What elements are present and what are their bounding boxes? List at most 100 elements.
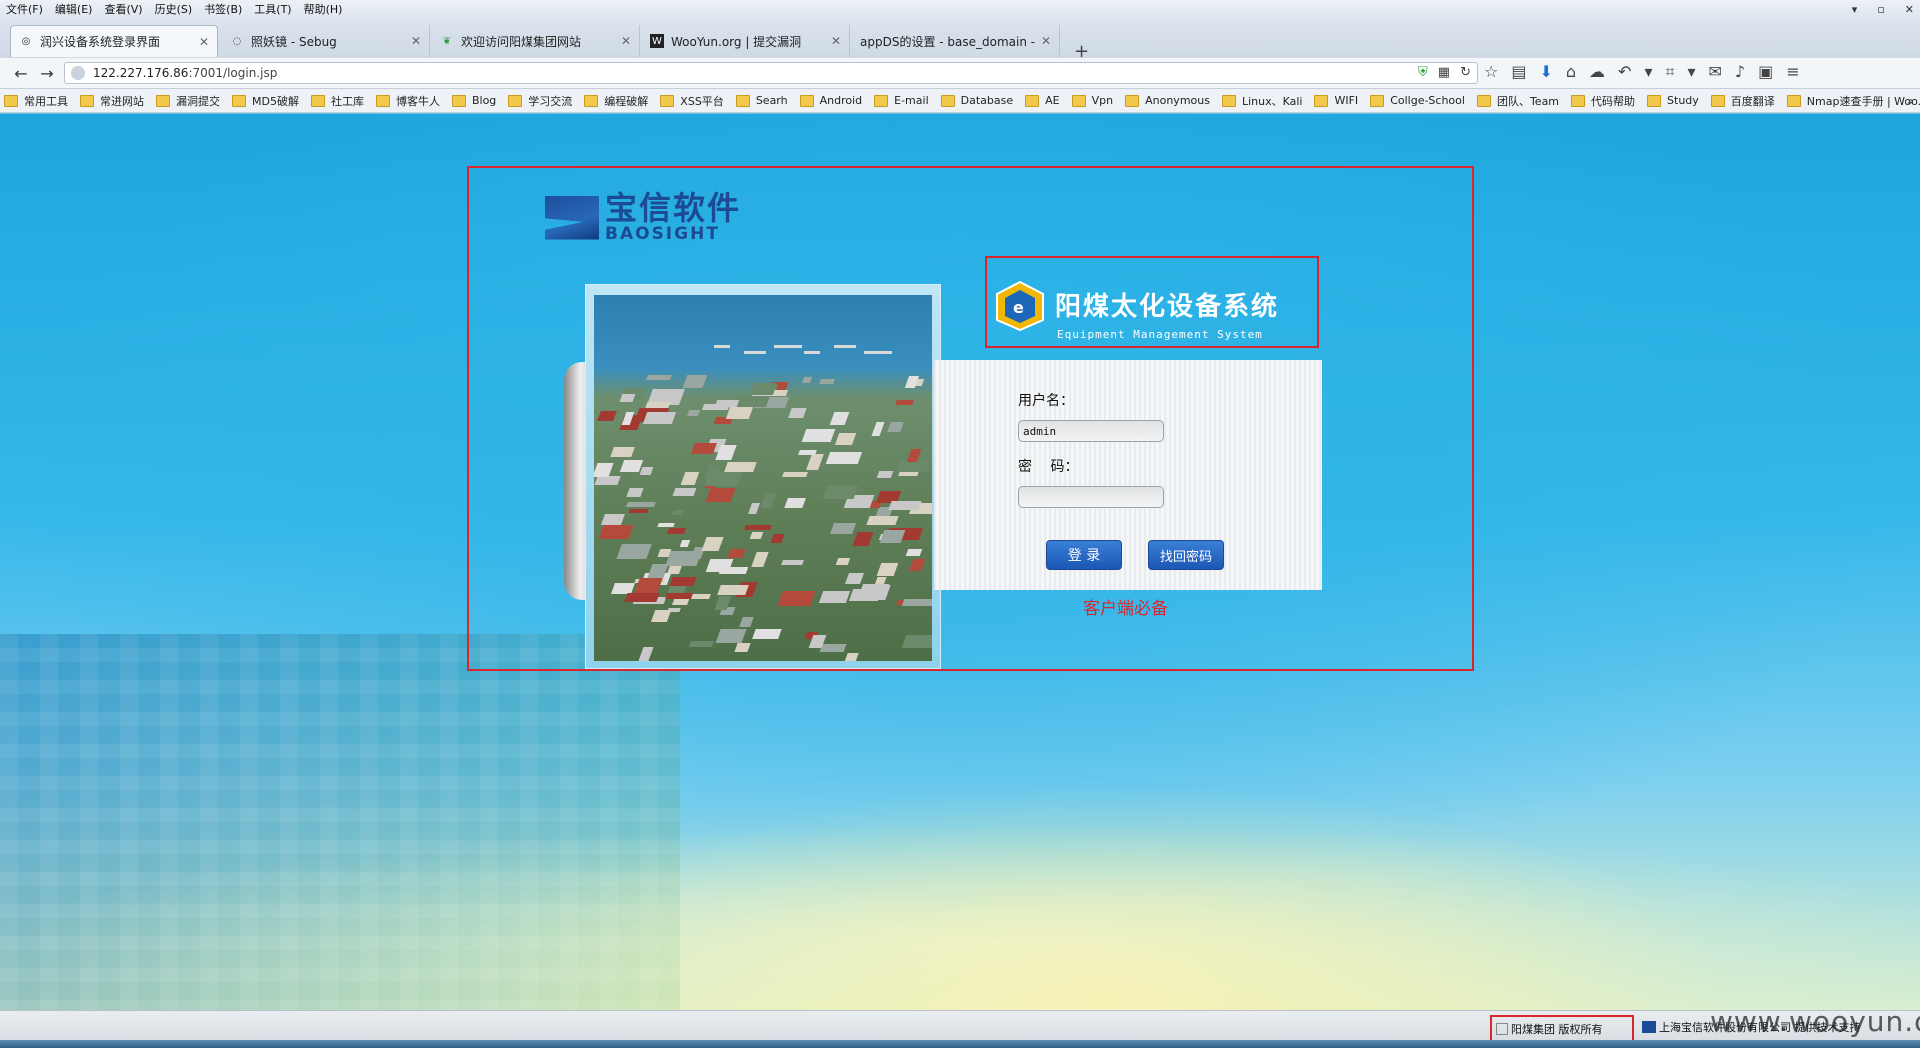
bookmark-item[interactable]: 代码帮助 <box>1571 93 1635 109</box>
tab-close-icon[interactable]: ✕ <box>199 35 209 49</box>
speech-bubble-icon[interactable]: ✉ <box>1709 62 1722 82</box>
tab-close-icon[interactable]: ✕ <box>1041 34 1051 48</box>
bookmark-item[interactable]: 博客牛人 <box>375 93 440 109</box>
plant-building-shape <box>626 501 656 507</box>
undo-icon[interactable]: ↶ <box>1618 62 1631 82</box>
bookmark-item[interactable]: Nmap速查手册 | Woo... <box>1786 93 1920 109</box>
plant-building-shape <box>749 532 764 539</box>
bookmarks-overflow-icon[interactable]: » <box>1907 94 1914 108</box>
folder-icon <box>1370 94 1385 107</box>
bookmark-item[interactable]: Anonymous <box>1125 94 1210 107</box>
bookmark-star-icon[interactable]: ☆ <box>1484 62 1498 82</box>
watermark-text: www.wooyun.org <box>1710 1005 1920 1038</box>
qr-code-icon[interactable]: ▦ <box>1438 65 1450 80</box>
password-input[interactable] <box>1018 486 1164 508</box>
system-cube-logo: e <box>996 280 1044 332</box>
tab-sebug[interactable]: ◌ 照妖镜 - Sebug ✕ <box>222 25 430 57</box>
broken-image-icon <box>1496 1022 1508 1035</box>
tab-wooyun[interactable]: W WooYun.org | 提交漏洞 ✕ <box>642 25 850 57</box>
tab-login-page[interactable]: ◎ 润兴设备系统登录界面 ✕ <box>10 25 218 57</box>
client-download-link[interactable]: 客户端必备 <box>1083 594 1168 619</box>
plant-building-shape <box>848 588 882 602</box>
bookmark-item[interactable]: Vpn <box>1071 94 1113 107</box>
bookmark-item[interactable]: Collge-School <box>1370 94 1465 107</box>
tab-appds[interactable]: appDS的设置 - base_domain - ... ✕ <box>852 25 1060 57</box>
username-input[interactable] <box>1018 420 1164 442</box>
menu-tools[interactable]: 工具(T) <box>248 1 297 17</box>
menu-help[interactable]: 帮助(H) <box>298 1 349 17</box>
bookmark-item[interactable]: 常进网站 <box>80 93 144 109</box>
menu-icon[interactable]: ≡ <box>1786 62 1799 82</box>
tab-bar: ◎ 润兴设备系统登录界面 ✕ ◌ 照妖镜 - Sebug ✕ ❦ 欢迎访问阳煤集… <box>0 18 1920 62</box>
bookmark-item[interactable]: 社工库 <box>310 93 364 109</box>
bookmark-item[interactable]: Database <box>940 94 1013 107</box>
back-icon[interactable]: ← <box>8 62 34 84</box>
site-identity-icon[interactable] <box>71 66 85 80</box>
bookmark-item[interactable]: WIFI <box>1314 94 1358 107</box>
reload-icon[interactable]: ↻ <box>1460 65 1471 80</box>
shield-icon[interactable]: ⛨ <box>1418 65 1428 80</box>
forward-icon[interactable]: → <box>34 62 60 84</box>
bookmark-item[interactable]: 团队、Team <box>1476 93 1560 109</box>
bookmark-item[interactable]: Linux、Kali <box>1221 93 1302 109</box>
bookmark-item[interactable]: 漏洞提交 <box>156 93 220 109</box>
plant-building-shape <box>705 488 736 503</box>
tab-close-icon[interactable]: ✕ <box>411 34 421 48</box>
plant-building-shape <box>727 549 746 559</box>
address-bar[interactable]: 122.227.176.86 :7001/login.jsp ⛨ ▦ ↻ <box>64 62 1478 84</box>
username-label: 用户名： <box>1018 393 1074 409</box>
crop-icon[interactable]: ⌗ <box>1665 62 1674 82</box>
bookmark-item[interactable]: XSS平台 <box>660 93 724 109</box>
dropdown-icon[interactable]: ▾ <box>1687 62 1695 82</box>
bookmark-item[interactable]: AE <box>1025 94 1060 107</box>
folder-icon <box>508 94 523 107</box>
baosight-logo: 宝信软件 BAOSIGHT <box>545 192 741 243</box>
screenshot-icon[interactable]: ▣ <box>1758 62 1773 82</box>
tab-close-icon[interactable]: ✕ <box>621 34 631 48</box>
bookmark-item[interactable]: Study <box>1647 94 1699 107</box>
system-title: 阳煤太化设备系统 <box>1055 292 1280 322</box>
download-icon[interactable]: ⬇ <box>1539 62 1552 82</box>
plant-building-shape <box>610 446 635 458</box>
home-icon[interactable]: ⌂ <box>1566 62 1576 82</box>
plant-building-shape <box>667 528 687 534</box>
plant-building-shape <box>760 493 777 508</box>
bookmark-item[interactable]: MD5破解 <box>232 93 299 109</box>
menu-file[interactable]: 文件(F) <box>0 1 49 17</box>
bookmark-label: 团队、Team <box>1496 94 1560 108</box>
bookmark-label: E-mail <box>894 94 929 107</box>
recover-password-button[interactable]: 找回密码 <box>1148 540 1224 570</box>
plant-building-shape <box>650 610 671 623</box>
bookmark-item[interactable]: 常用工具 <box>4 93 68 109</box>
menu-history[interactable]: 历史(S) <box>149 1 199 17</box>
minimize-button[interactable]: ▾ <box>1852 3 1858 16</box>
chat-icon[interactable]: ☁ <box>1589 62 1605 82</box>
bookmark-item[interactable]: 编程破解 <box>584 93 648 109</box>
folder-icon <box>1571 94 1586 107</box>
folder-icon <box>80 94 94 107</box>
baosight-mini-logo-icon <box>1642 1021 1656 1033</box>
bookmark-item[interactable]: E-mail <box>874 94 929 107</box>
tab-label: 润兴设备系统登录界面 <box>40 35 161 49</box>
bookmark-label: Android <box>819 94 863 107</box>
login-button[interactable]: 登 录 <box>1046 540 1122 570</box>
bookmark-item[interactable]: Blog <box>451 94 496 107</box>
dropdown-icon[interactable]: ▾ <box>1644 62 1652 82</box>
clipboard-icon[interactable]: ▤ <box>1511 62 1526 82</box>
menu-view[interactable]: 查看(V) <box>98 1 148 17</box>
ship-shape <box>774 345 802 348</box>
tab-label: 欢迎访问阳煤集团网站 <box>461 34 582 49</box>
close-window-button[interactable]: ✕ <box>1905 3 1914 16</box>
menu-bookmarks[interactable]: 书签(B) <box>198 1 248 17</box>
bookmark-item[interactable]: Searh <box>735 94 788 107</box>
menu-edit[interactable]: 编辑(E) <box>49 1 99 17</box>
speaker-icon[interactable]: ♪ <box>1735 62 1745 82</box>
bookmark-item[interactable]: 学习交流 <box>508 93 572 109</box>
tab-yangmei[interactable]: ❦ 欢迎访问阳煤集团网站 ✕ <box>432 25 640 57</box>
bookmark-label: XSS平台 <box>680 94 724 108</box>
tab-close-icon[interactable]: ✕ <box>831 34 841 48</box>
restore-button[interactable]: ▫ <box>1877 3 1884 16</box>
bookmark-item[interactable]: Android <box>799 94 863 107</box>
bookmark-item[interactable]: 百度翻译 <box>1710 93 1775 109</box>
bookmark-label: Collge-School <box>1390 94 1465 107</box>
